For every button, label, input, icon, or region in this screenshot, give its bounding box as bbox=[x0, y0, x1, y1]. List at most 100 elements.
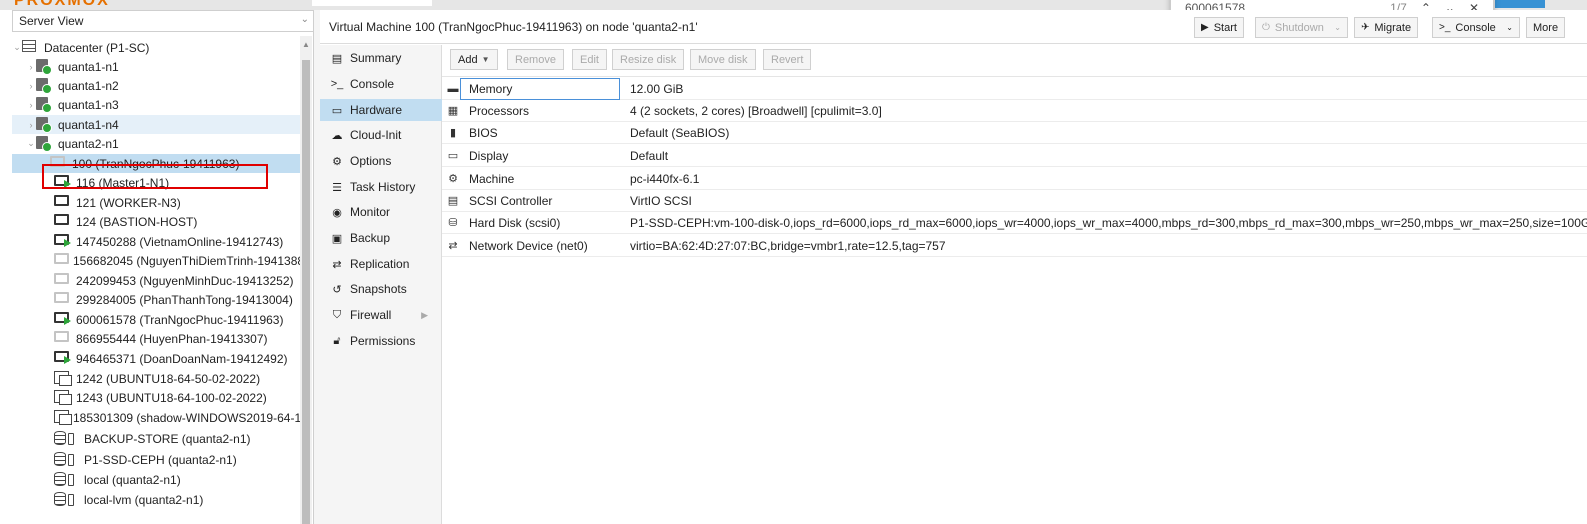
hardware-row-display[interactable]: ▭ Display Default bbox=[442, 145, 1587, 167]
create-vm-button-edge[interactable] bbox=[1495, 0, 1545, 8]
tree-item-vm[interactable]: 147450288 (VietnamOnline-19412743) bbox=[12, 232, 300, 251]
chevron-down-icon: ⌄ bbox=[300, 14, 309, 25]
paper-plane-icon: ✈ bbox=[1361, 22, 1370, 33]
expand-icon[interactable]: › bbox=[26, 120, 36, 130]
tree-item-template[interactable]: 1243 (UBUNTU18-64-100-02-2022) bbox=[12, 388, 300, 407]
nav-summary[interactable]: ▤ Summary bbox=[320, 47, 442, 69]
resize-disk-button[interactable]: Resize disk bbox=[612, 49, 685, 70]
shutdown-button[interactable]: ⏻ Shutdown ⌄ bbox=[1255, 17, 1348, 38]
scroll-up-icon[interactable]: ▲ bbox=[302, 40, 310, 49]
hardware-row-network-device[interactable]: ⇄ Network Device (net0) virtio=BA:62:4D:… bbox=[442, 235, 1587, 257]
save-icon: ▣ bbox=[331, 232, 343, 245]
tree-item-vm[interactable]: 946465371 (DoanDoanNam-19412492) bbox=[12, 349, 300, 368]
eye-icon: ◉ bbox=[332, 206, 342, 219]
migrate-button[interactable]: ✈ Migrate bbox=[1354, 17, 1419, 38]
gear-icon: ⚙ bbox=[332, 155, 342, 168]
expand-icon[interactable]: › bbox=[26, 81, 36, 91]
tree-item-storage[interactable]: P1-SSD-CEPH (quanta2-n1) bbox=[12, 450, 300, 469]
vm-stopped-icon bbox=[54, 252, 69, 264]
list-icon: ☰ bbox=[332, 181, 342, 194]
tree-item-vm[interactable]: 600061578 (TranNgocPhuc-19411963) bbox=[12, 310, 300, 329]
resource-tree-panel: Server View ⌄ ⌄ Datacenter (P1-SC) › qua… bbox=[0, 10, 314, 524]
template-icon bbox=[54, 370, 72, 386]
top-search-area bbox=[312, 0, 432, 6]
add-button[interactable]: Add ▼ bbox=[450, 49, 498, 70]
expand-icon[interactable]: › bbox=[26, 62, 36, 72]
node-icon bbox=[36, 58, 52, 75]
hardware-row-machine[interactable]: ⚙ Machine pc-i440fx-6.1 bbox=[442, 168, 1587, 190]
tree-item-label: local-lvm (quanta2-n1) bbox=[84, 492, 204, 507]
tree-item-label: 124 (BASTION-HOST) bbox=[76, 214, 198, 229]
tree-item-label: 1243 (UBUNTU18-64-100-02-2022) bbox=[76, 390, 267, 405]
hardware-row-memory[interactable]: ▬ Memory 12.00 GiB bbox=[442, 78, 1587, 100]
tree-item-label: P1-SSD-CEPH (quanta2-n1) bbox=[84, 452, 237, 467]
tree-item-node[interactable]: › quanta1-n4 bbox=[12, 115, 300, 134]
collapse-icon[interactable]: ⌄ bbox=[12, 42, 22, 53]
node-icon bbox=[36, 135, 52, 152]
tree-item-vm[interactable]: 121 (WORKER-N3) bbox=[12, 193, 300, 212]
console-button[interactable]: >_ Console ⌄ bbox=[1432, 17, 1520, 38]
unlock-icon: 🔓︎ bbox=[333, 334, 341, 347]
scrollbar-thumb[interactable] bbox=[302, 60, 310, 524]
collapse-icon[interactable]: ⌄ bbox=[26, 138, 36, 149]
node-icon bbox=[36, 77, 52, 94]
tree-item-vm[interactable]: 242099453 (NguyenMinhDuc-19413252) bbox=[12, 271, 300, 290]
start-button[interactable]: ▶ Start bbox=[1194, 17, 1244, 38]
tree-item-label: 242099453 (NguyenMinhDuc-19413252) bbox=[76, 273, 294, 288]
tree-item-node[interactable]: › quanta1-n1 bbox=[12, 57, 300, 76]
tree-item-label: 299284005 (PhanThanhTong-19413004) bbox=[76, 292, 293, 307]
tree-item-storage[interactable]: local-lvm (quanta2-n1) bbox=[12, 490, 300, 509]
remove-button[interactable]: Remove bbox=[507, 49, 564, 70]
tree-item-node[interactable]: ⌄ quanta2-n1 bbox=[12, 134, 300, 153]
tree-item-vm[interactable]: 124 (BASTION-HOST) bbox=[12, 212, 300, 231]
hardware-row-bios[interactable]: ▮ BIOS Default (SeaBIOS) bbox=[442, 122, 1587, 144]
nav-cloud-init[interactable]: ☁ Cloud-Init bbox=[320, 124, 442, 146]
proxmox-logo: PROXMOX bbox=[14, 0, 110, 9]
tree-item-label: 1242 (UBUNTU18-64-50-02-2022) bbox=[76, 371, 261, 386]
chevron-down-icon[interactable]: ⌄ bbox=[1506, 23, 1513, 32]
view-selector[interactable]: Server View ⌄ bbox=[12, 10, 314, 32]
console-icon: >_ bbox=[330, 78, 344, 90]
hardware-row-scsi-controller[interactable]: ▤ SCSI Controller VirtIO SCSI bbox=[442, 190, 1587, 212]
tree-item-datacenter[interactable]: ⌄ Datacenter (P1-SC) bbox=[12, 38, 300, 57]
vm-stopped-icon bbox=[54, 291, 69, 303]
datacenter-icon bbox=[22, 39, 36, 52]
nav-snapshots[interactable]: ↺ Snapshots bbox=[320, 278, 442, 300]
hardware-row-processors[interactable]: ▦ Processors 4 (2 sockets, 2 cores) [Bro… bbox=[442, 100, 1587, 122]
desktop-icon: ▭ bbox=[447, 150, 459, 162]
vm-running-icon bbox=[54, 233, 71, 247]
nav-task-history[interactable]: ☰ Task History bbox=[320, 176, 442, 198]
tree-item-node[interactable]: › quanta1-n2 bbox=[12, 76, 300, 95]
tree-item-label: 866955444 (HuyenPhan-19413307) bbox=[76, 331, 268, 346]
nav-backup[interactable]: ▣ Backup bbox=[320, 227, 442, 249]
chevron-down-icon[interactable]: ⌄ bbox=[1334, 23, 1341, 32]
more-button[interactable]: More bbox=[1526, 17, 1566, 38]
tree-scrollbar[interactable]: ▲ bbox=[300, 36, 312, 524]
tree-item-vm[interactable]: 866955444 (HuyenPhan-19413307) bbox=[12, 329, 300, 348]
nav-monitor[interactable]: ◉ Monitor bbox=[320, 201, 442, 223]
nav-replication[interactable]: ⇄ Replication bbox=[320, 253, 442, 275]
nav-console[interactable]: >_ Console bbox=[320, 73, 442, 95]
tree-item-vm[interactable]: 156682045 (NguyenThiDiemTrinh-1941388 bbox=[12, 251, 300, 270]
history-icon: ↺ bbox=[332, 283, 342, 296]
nav-firewall[interactable]: ⛉ Firewall ▶ bbox=[320, 304, 442, 326]
tree-item-label: quanta1-n4 bbox=[58, 117, 119, 132]
nav-options[interactable]: ⚙ Options bbox=[320, 150, 442, 172]
tree-item-storage[interactable]: local (quanta2-n1) bbox=[12, 470, 300, 489]
template-icon bbox=[54, 389, 72, 405]
cpu-icon: ▦ bbox=[447, 105, 459, 117]
tree-item-node[interactable]: › quanta1-n3 bbox=[12, 95, 300, 114]
move-disk-button[interactable]: Move disk bbox=[690, 49, 756, 70]
nav-hardware[interactable]: ▭ Hardware bbox=[320, 99, 442, 121]
tree-item-template[interactable]: 1242 (UBUNTU18-64-50-02-2022) bbox=[12, 369, 300, 388]
tree-item-template[interactable]: 185301309 (shadow-WINDOWS2019-64-1 bbox=[12, 408, 300, 427]
nav-permissions[interactable]: 🔓︎ Permissions bbox=[320, 330, 442, 352]
tree-item-storage[interactable]: BACKUP-STORE (quanta2-n1) bbox=[12, 429, 300, 448]
edit-button[interactable]: Edit bbox=[572, 49, 607, 70]
cloud-icon: ☁ bbox=[331, 129, 343, 142]
tree-item-label: 600061578 (TranNgocPhuc-19411963) bbox=[76, 312, 284, 327]
tree-item-vm[interactable]: 299284005 (PhanThanhTong-19413004) bbox=[12, 290, 300, 309]
revert-button[interactable]: Revert bbox=[763, 49, 812, 70]
expand-icon[interactable]: › bbox=[26, 100, 36, 110]
hardware-row-hard-disk[interactable]: ⛁ Hard Disk (scsi0) P1-SSD-CEPH:vm-100-d… bbox=[442, 212, 1587, 234]
